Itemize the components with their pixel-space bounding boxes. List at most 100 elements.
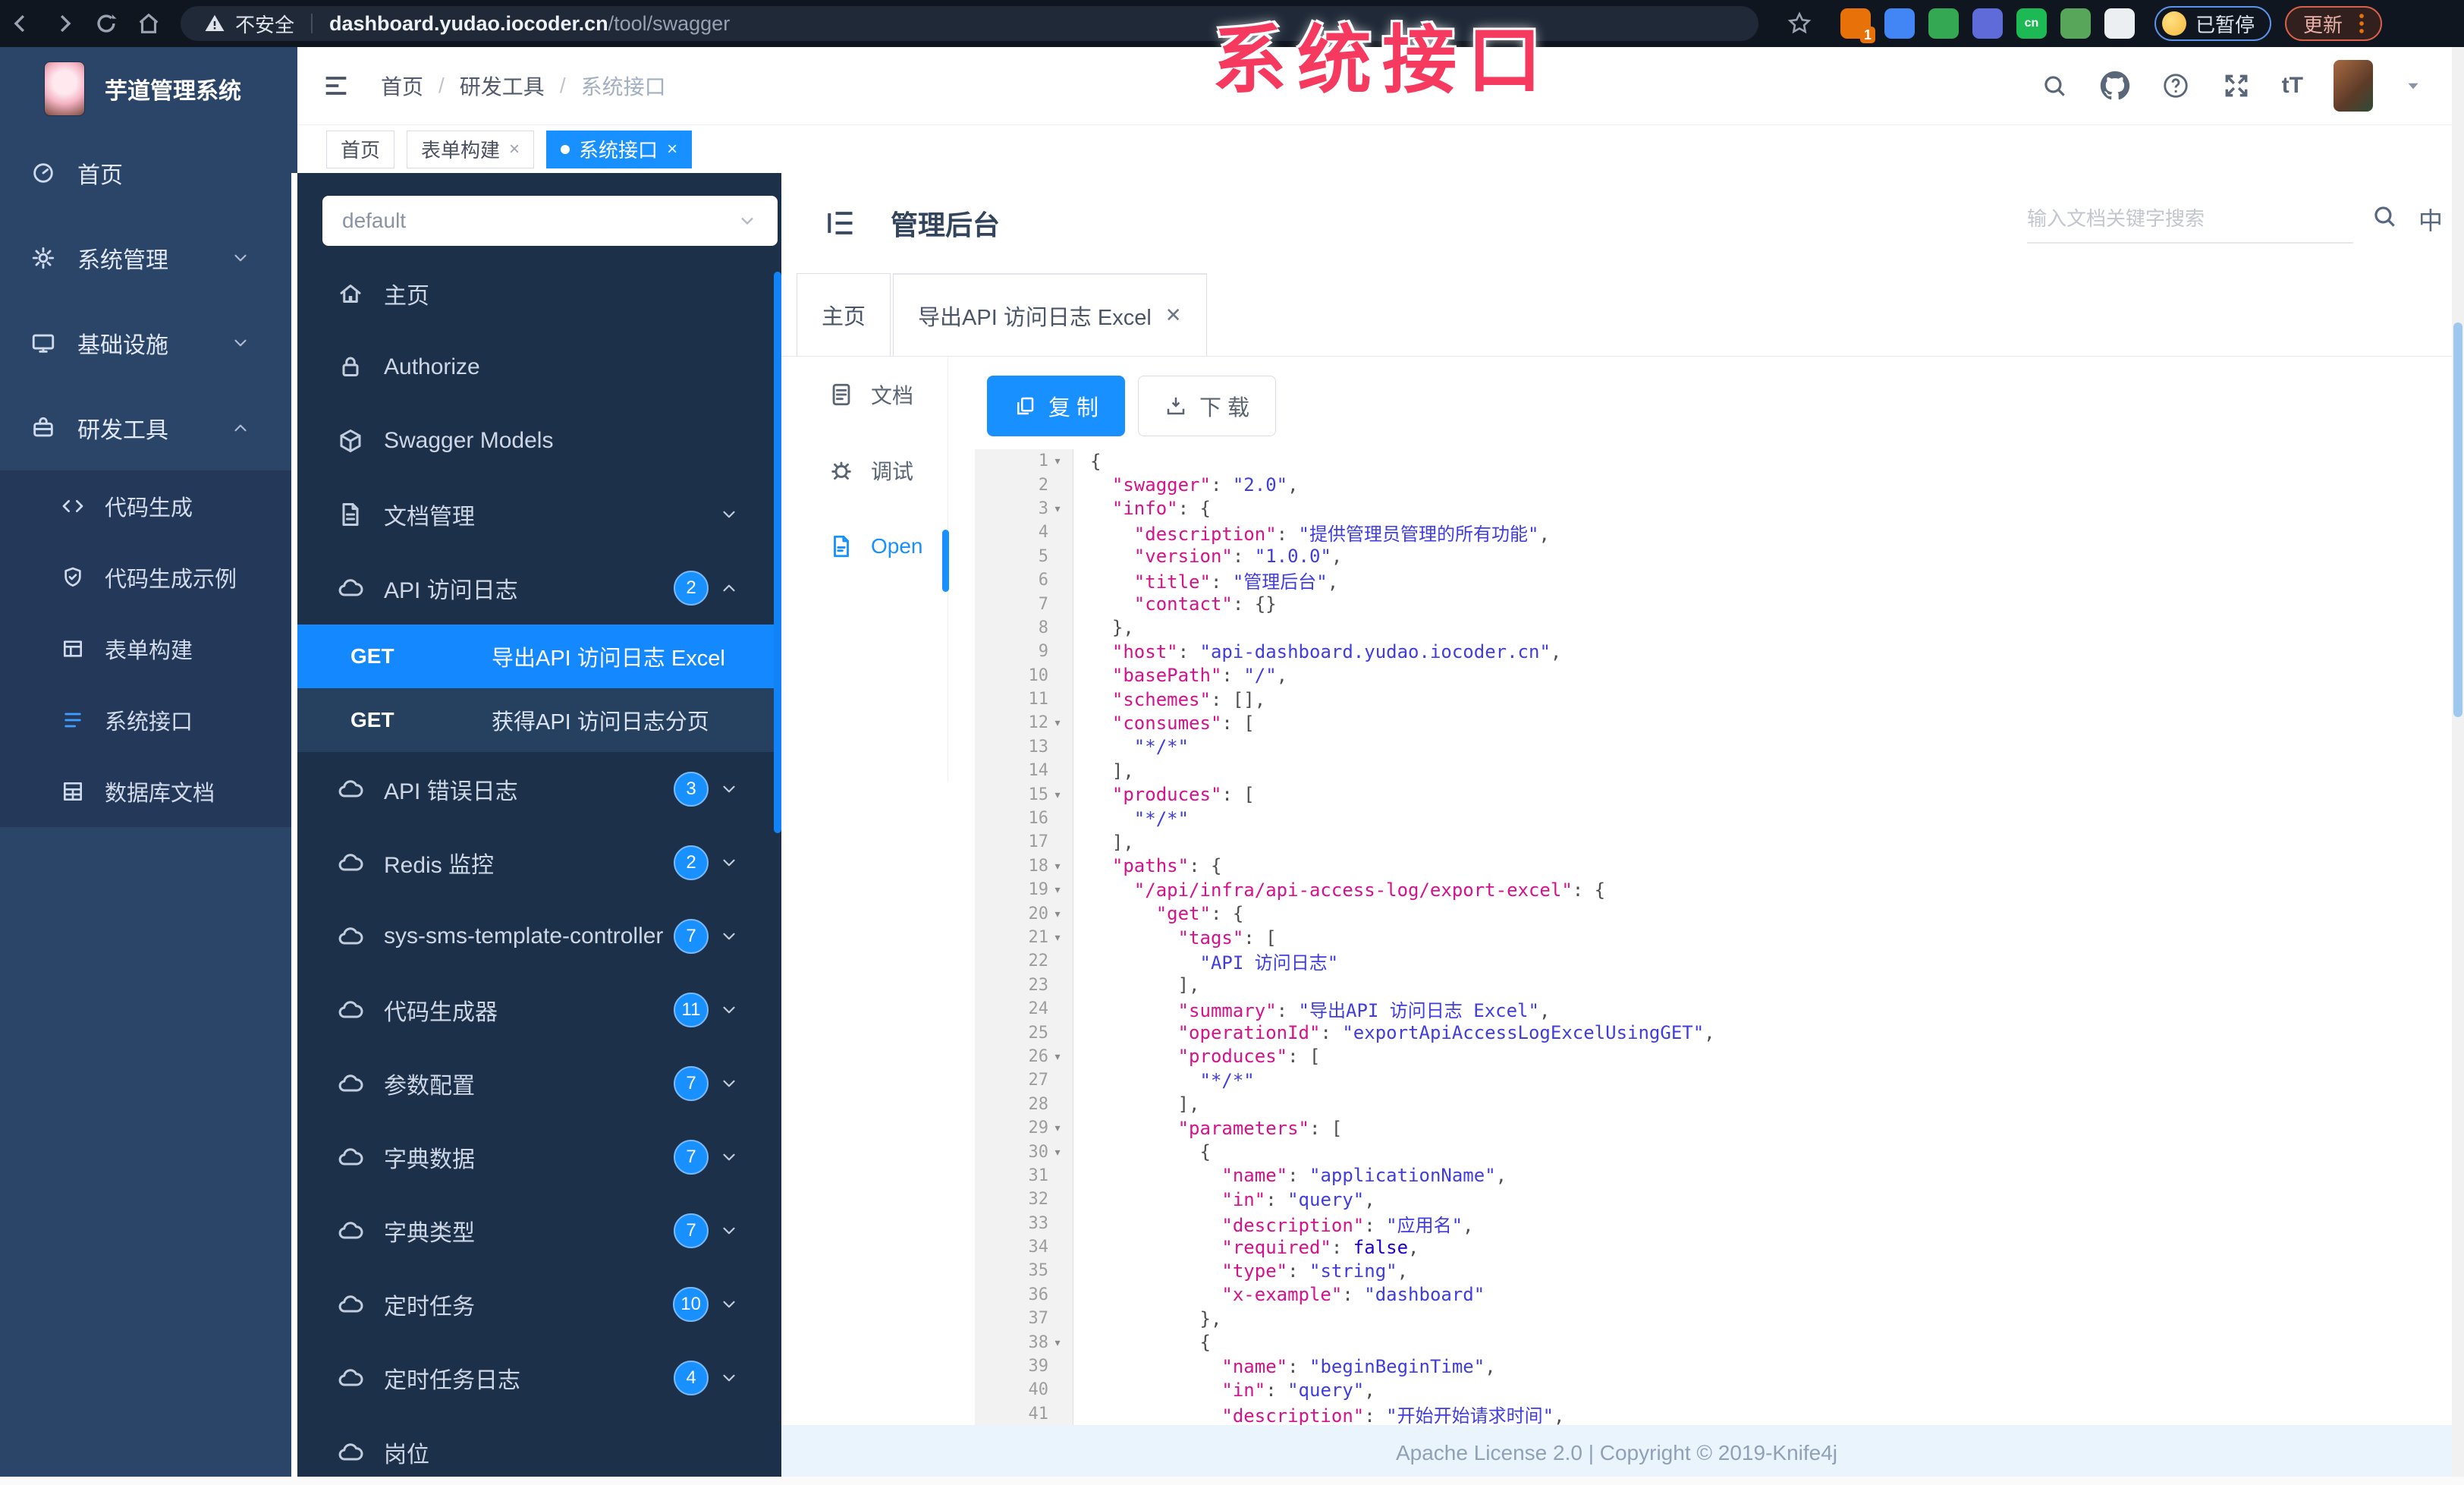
fold-caret-icon[interactable]: ▾ — [1048, 906, 1067, 922]
tag-system-api[interactable]: 系统接口 × — [546, 130, 693, 168]
fold-caret-icon[interactable]: ▾ — [1048, 858, 1067, 874]
rail-item-open[interactable]: Open — [781, 508, 948, 584]
line-number[interactable]: 22 — [975, 949, 1073, 974]
line-number[interactable]: 26 ▾ — [975, 1044, 1073, 1069]
fold-caret-icon[interactable]: ▾ — [1048, 1144, 1067, 1160]
help-icon[interactable] — [2161, 71, 2191, 101]
close-icon[interactable]: × — [667, 139, 677, 160]
line-number[interactable]: 18 ▾ — [975, 854, 1073, 879]
fold-caret-icon[interactable]: ▾ — [1048, 787, 1067, 803]
fold-caret-icon[interactable]: ▾ — [1048, 715, 1067, 731]
line-number[interactable]: 6 — [975, 568, 1073, 593]
line-number[interactable]: 14 — [975, 759, 1073, 783]
line-number[interactable]: 23 — [975, 973, 1073, 997]
rail-item-debug[interactable]: 调试 — [781, 433, 948, 508]
kebab-menu-icon[interactable] — [2349, 11, 2374, 36]
font-size-icon[interactable]: tT — [2282, 73, 2303, 99]
swagger-item-cron-job-log[interactable]: 定时任务日志 4 — [297, 1341, 781, 1414]
line-number[interactable]: 32 — [975, 1188, 1073, 1212]
extension-grid-blue[interactable] — [1972, 8, 2003, 39]
sidebar-item-system[interactable]: 系统管理 — [0, 216, 297, 300]
line-number[interactable]: 35 — [975, 1259, 1073, 1283]
line-number[interactable]: 25 — [975, 1021, 1073, 1045]
api-group-select[interactable]: default — [322, 196, 778, 246]
swagger-item-api-error-log[interactable]: API 错误日志 3 — [297, 752, 781, 826]
fold-caret-icon[interactable]: ▾ — [1048, 882, 1067, 898]
extension-paw-white[interactable] — [2104, 8, 2135, 39]
paused-pill[interactable]: 已暂停 — [2154, 6, 2272, 41]
collapse-menu-icon[interactable] — [819, 203, 860, 244]
sidebar-item-db-doc[interactable]: 数据库文档 — [0, 756, 297, 827]
line-number[interactable]: 13 — [975, 735, 1073, 760]
browser-reload-icon[interactable] — [85, 7, 127, 40]
sidebar-item-home[interactable]: 首页 — [0, 131, 297, 216]
browser-home-icon[interactable] — [127, 7, 170, 40]
swagger-item-cron-job[interactable]: 定时任务 10 — [297, 1267, 781, 1341]
line-number[interactable]: 39 — [975, 1354, 1073, 1379]
fold-caret-icon[interactable]: ▾ — [1048, 930, 1067, 945]
breadcrumb-item[interactable]: 首页 — [381, 71, 423, 101]
fold-caret-icon[interactable]: ▾ — [1048, 501, 1067, 517]
line-number[interactable]: 34 — [975, 1235, 1073, 1260]
update-button[interactable]: 更新 — [2285, 6, 2383, 41]
swagger-item-authorize[interactable]: Authorize — [297, 330, 781, 404]
line-number[interactable]: 20 ▾ — [975, 901, 1073, 926]
line-number[interactable]: 2 — [975, 473, 1073, 497]
swagger-item-swagger-models[interactable]: Swagger Models — [297, 404, 781, 477]
line-number[interactable]: 37 — [975, 1307, 1073, 1331]
rail-item-doc[interactable]: 文档 — [781, 357, 948, 433]
close-icon[interactable]: ✕ — [1165, 304, 1182, 327]
browser-back-icon[interactable] — [0, 7, 42, 40]
breadcrumb-item[interactable]: 研发工具 — [460, 71, 545, 101]
line-number[interactable]: 38 ▾ — [975, 1330, 1073, 1354]
line-number[interactable]: 10 — [975, 663, 1073, 687]
page-scrollbar[interactable] — [2452, 47, 2464, 1485]
line-number[interactable]: 29 ▾ — [975, 1115, 1073, 1140]
doc-search-icon[interactable] — [2370, 202, 2399, 231]
swagger-item-post[interactable]: 岗位 — [297, 1414, 781, 1477]
swagger-item-sms-template[interactable]: sys-sms-template-controller 7 — [297, 899, 781, 973]
sidebar-item-codegen-demo[interactable]: 代码生成示例 — [0, 542, 297, 613]
swagger-item-redis-monitor[interactable]: Redis 监控 2 — [297, 826, 781, 899]
fold-caret-icon[interactable]: ▾ — [1048, 1335, 1067, 1351]
line-number[interactable]: 4 — [975, 521, 1073, 545]
bookmark-star-icon[interactable] — [1778, 7, 1821, 40]
fold-caret-icon[interactable]: ▾ — [1048, 1049, 1067, 1065]
swagger-item-dict-type[interactable]: 字典类型 7 — [297, 1194, 781, 1267]
user-avatar[interactable] — [2334, 60, 2373, 112]
fold-caret-icon[interactable]: ▾ — [1048, 1120, 1067, 1136]
fullscreen-icon[interactable] — [2221, 71, 2252, 101]
sidebar-item-codegen[interactable]: 代码生成 — [0, 470, 297, 542]
line-number[interactable]: 40 — [975, 1378, 1073, 1402]
swagger-operation[interactable]: GET 获得API 访问日志分页 — [297, 688, 781, 752]
line-number[interactable]: 12 ▾ — [975, 711, 1073, 735]
swagger-scrollbar-thumb[interactable] — [774, 272, 781, 833]
line-number[interactable]: 9 — [975, 640, 1073, 664]
copy-button[interactable]: 复 制 — [987, 376, 1126, 436]
line-number[interactable]: 36 — [975, 1282, 1073, 1307]
line-number[interactable]: 11 — [975, 687, 1073, 712]
line-number[interactable]: 17 — [975, 830, 1073, 854]
swagger-item-dict-data[interactable]: 字典数据 7 — [297, 1120, 781, 1194]
language-icon[interactable]: 中 — [2418, 202, 2443, 237]
json-code-editor[interactable]: 1 ▾{2 "swagger": "2.0", 3 ▾ "info": {4 "des… — [975, 449, 2452, 1428]
line-number[interactable]: 31 — [975, 1163, 1073, 1188]
line-number[interactable]: 21 ▾ — [975, 925, 1073, 950]
line-number[interactable]: 28 — [975, 1092, 1073, 1116]
line-number[interactable]: 8 — [975, 615, 1073, 640]
logo-row[interactable]: 芋道管理系统 — [0, 47, 297, 131]
tag-form-builder[interactable]: 表单构建 × — [407, 130, 535, 168]
line-number[interactable]: 30 ▾ — [975, 1140, 1073, 1164]
extension-cn-green[interactable]: cn — [2016, 8, 2047, 39]
line-number[interactable]: 15 ▾ — [975, 782, 1073, 807]
line-number[interactable]: 1 ▾ — [975, 449, 1073, 474]
swagger-item-codegen[interactable]: 代码生成器 11 — [297, 973, 781, 1046]
line-number[interactable]: 16 — [975, 806, 1073, 831]
doc-search-input[interactable]: 输入文档关键字搜索 — [2027, 203, 2353, 244]
swagger-item-doc-manage[interactable]: 文档管理 — [297, 477, 781, 551]
doc-tab-home[interactable]: 主页 — [797, 273, 891, 356]
line-number[interactable]: 5 — [975, 544, 1073, 568]
extension-green-ring[interactable] — [1928, 8, 1959, 39]
line-number[interactable]: 19 ▾ — [975, 878, 1073, 902]
user-caret-icon[interactable] — [2403, 76, 2423, 96]
